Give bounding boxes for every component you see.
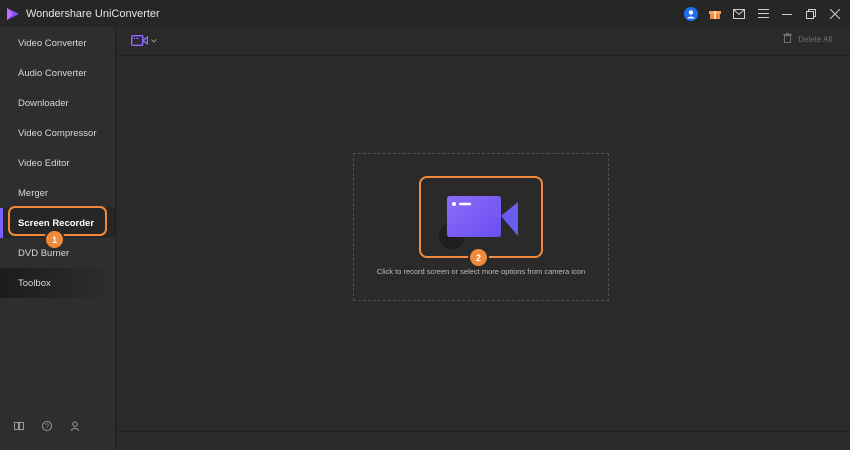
sidebar-item-merger[interactable]: Merger [0,178,115,208]
minimize-icon[interactable] [780,7,794,21]
record-hint-text: Click to record screen or select more op… [376,267,586,276]
step-badge-1: 1 [46,231,63,248]
book-icon[interactable] [14,418,24,436]
title-bar: Wondershare UniConverter [0,0,850,27]
sidebar-item-downloader[interactable]: Downloader [0,88,115,118]
toolbar: Delete All [116,27,850,56]
app-title: Wondershare UniConverter [26,7,160,20]
sidebar-item-video-converter[interactable]: Video Converter [0,28,115,58]
delete-all-button[interactable]: Delete All [783,33,832,45]
menu-icon[interactable] [756,7,770,21]
sidebar-item-toolbox[interactable]: Toolbox [0,268,115,298]
camera-dropdown-icon[interactable] [131,35,157,46]
main-panel: Delete All Click to record screen or sel [116,27,850,450]
help-icon[interactable]: ? [42,418,52,436]
sidebar-item-audio-converter[interactable]: Audio Converter [0,58,115,88]
restore-icon[interactable] [804,7,818,21]
close-icon[interactable] [828,7,842,21]
app-logo-icon [6,7,20,21]
gift-icon[interactable] [708,7,722,21]
account-icon[interactable] [70,418,80,436]
bottom-bar [116,431,850,450]
record-dropzone[interactable]: Click to record screen or select more op… [353,153,609,301]
record-camera-button[interactable] [419,176,543,258]
step-badge-2: 2 [470,249,487,266]
mail-icon[interactable] [732,7,746,21]
trash-icon [783,33,793,45]
svg-text:?: ? [45,424,49,431]
video-camera-icon [439,196,518,249]
sidebar-item-video-editor[interactable]: Video Editor [0,148,115,178]
delete-all-label: Delete All [798,34,832,44]
user-avatar-icon[interactable] [684,6,698,21]
sidebar-item-video-compressor[interactable]: Video Compressor [0,118,115,148]
